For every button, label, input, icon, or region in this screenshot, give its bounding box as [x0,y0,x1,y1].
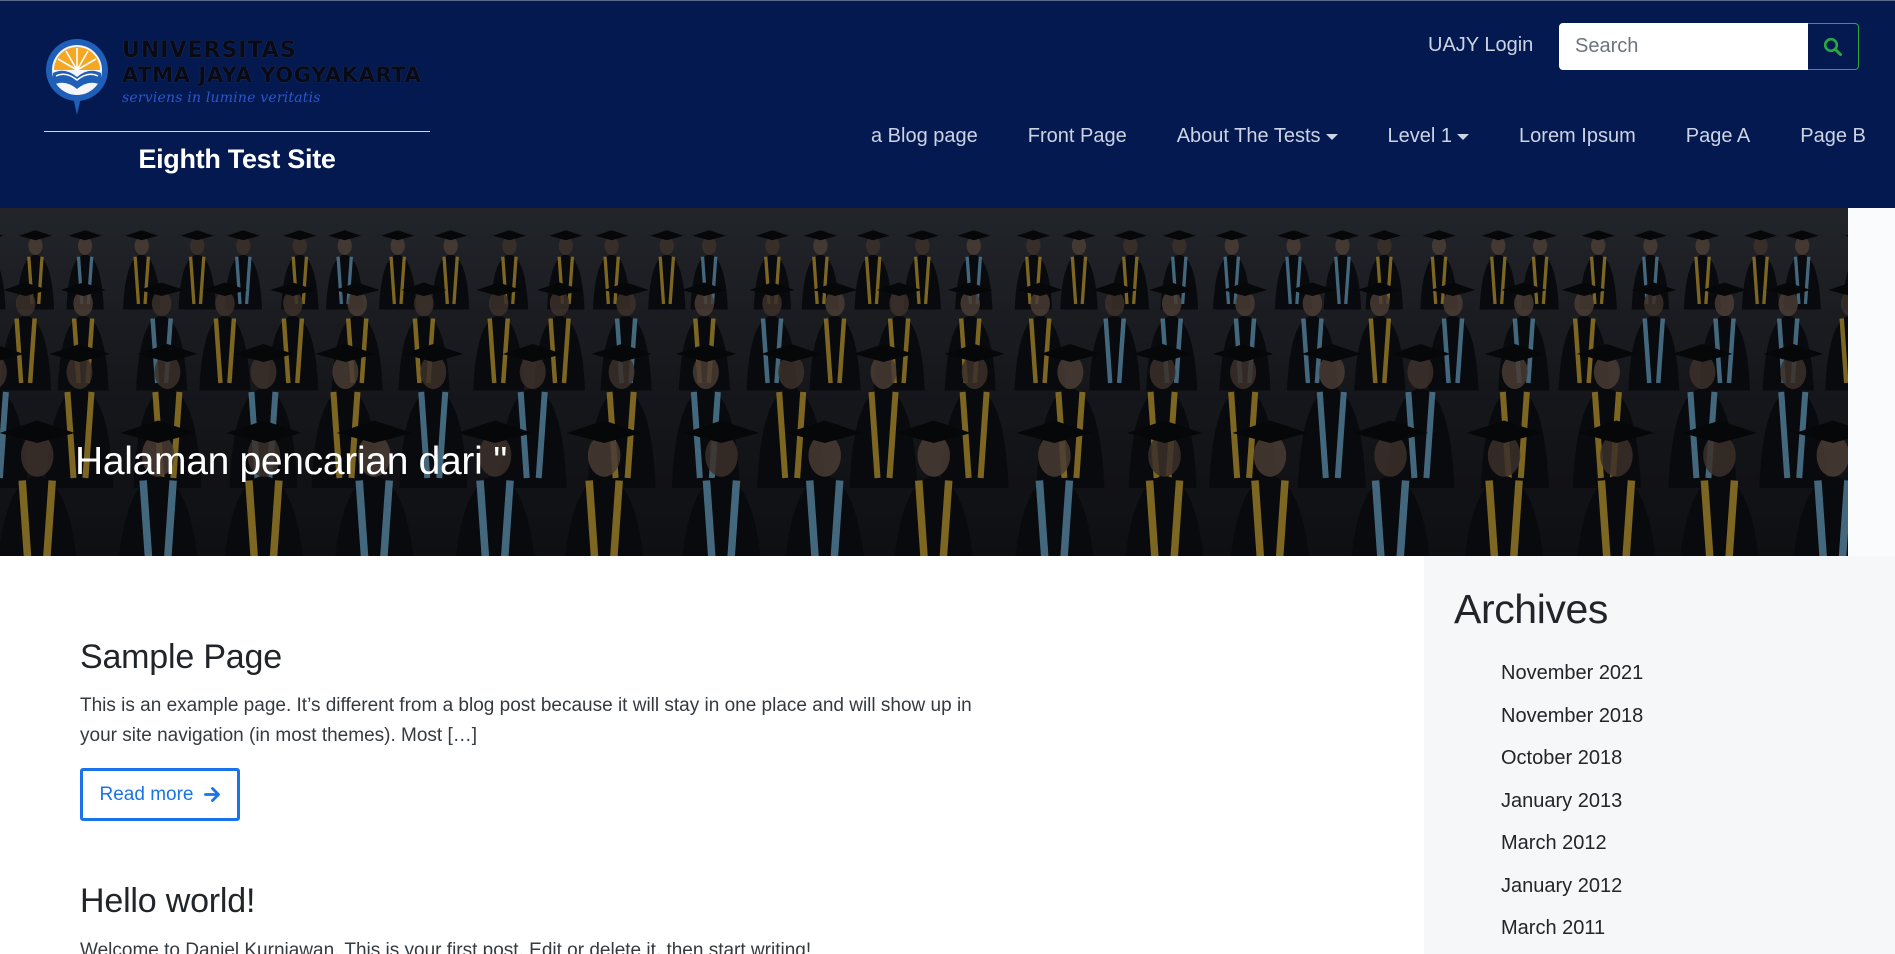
nav-item-label: Front Page [1027,125,1127,147]
main-navigation: a Blog page Front Page About The Tests L… [871,125,1866,148]
nav-item-level-1[interactable]: Level 1 [1388,125,1470,148]
archive-link[interactable]: January 2012 [1501,865,1643,908]
logo-divider [44,131,430,132]
search-icon [1823,37,1842,56]
logo-tagline: serviens in lumine veritatis [122,90,321,106]
university-emblem-icon [46,39,108,115]
university-logo[interactable]: UNIVERSITAS ATMA JAYA YOGYAKARTA servien… [44,37,430,117]
nav-item-label: About The Tests [1176,125,1321,147]
nav-item-page-b[interactable]: Page B [1800,125,1866,148]
archive-link[interactable]: January 2013 [1501,780,1643,823]
arrow-right-icon [203,787,220,802]
archive-link[interactable]: November 2021 [1501,652,1643,695]
site-branding: UNIVERSITAS ATMA JAYA YOGYAKARTA servien… [44,37,430,175]
caret-down-icon [1325,133,1338,140]
archives-title: Archives [1454,586,1609,632]
nav-item-page-a[interactable]: Page A [1686,125,1751,148]
archives-list: November 2021 November 2018 October 2018… [1501,652,1643,950]
logo-line-2: ATMA JAYA YOGYAKARTA [122,63,422,87]
archive-link[interactable]: November 2018 [1501,695,1643,738]
read-more-button[interactable]: Read more [80,768,240,821]
nav-item-label: Level 1 [1387,125,1453,147]
post-title[interactable]: Hello world! [80,882,255,921]
uajy-login-link[interactable]: UAJY Login [1428,34,1533,57]
logo-wordmark: UNIVERSITAS ATMA JAYA YOGYAKARTA servien… [122,38,422,107]
logo-line-1: UNIVERSITAS [122,38,297,63]
nav-item-blog-page[interactable]: a Blog page [871,125,978,148]
nav-item-label: Lorem Ipsum [1519,125,1636,147]
caret-down-icon [1457,133,1470,140]
archive-link[interactable]: October 2018 [1501,737,1643,780]
post-excerpt-line: This is an example page. It’s different … [80,695,972,716]
archive-link[interactable]: March 2012 [1501,822,1643,865]
nav-item-label: Page A [1685,125,1751,147]
site-header: UNIVERSITAS ATMA JAYA YOGYAKARTA servien… [0,0,1895,208]
post-title[interactable]: Sample Page [80,638,282,677]
hero-banner: Halaman pencarian dari '' [0,208,1895,556]
read-more-label: Read more [99,783,194,805]
graduation-ceremony-image [0,208,1848,556]
nav-item-front-page[interactable]: Front Page [1028,125,1127,148]
search-form [1559,23,1859,70]
nav-item-about-the-tests[interactable]: About The Tests [1177,125,1338,148]
hero-edge [1848,208,1895,556]
search-input[interactable] [1559,23,1808,70]
site-title[interactable]: Eighth Test Site [44,144,430,175]
post-excerpt: This is an example page. It’s different … [80,691,1000,751]
archive-link[interactable]: March 2011 [1501,907,1643,950]
nav-item-lorem-ipsum[interactable]: Lorem Ipsum [1519,125,1636,148]
post-excerpt-line: your site navigation (in most themes). M… [80,725,478,746]
post-excerpt: Welcome to Daniel Kurniawan. This is you… [80,940,812,954]
nav-item-label: a Blog page [871,125,978,147]
page-heading: Halaman pencarian dari '' [75,440,508,483]
sidebar: Archives November 2021 November 2018 Oct… [1424,556,1895,954]
nav-item-label: Page B [1800,125,1866,147]
search-button[interactable] [1808,23,1859,70]
